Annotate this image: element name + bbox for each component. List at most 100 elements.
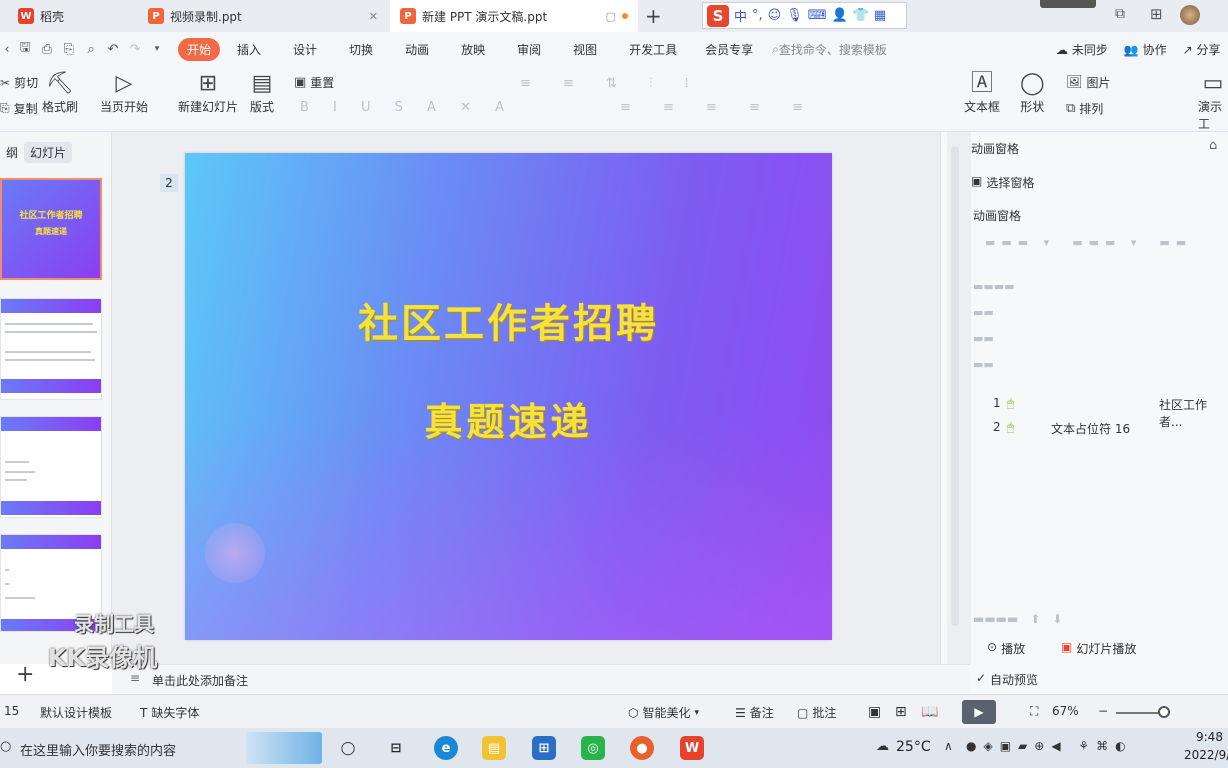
play-button[interactable]: ⊙ 播放 [987, 640, 1025, 657]
tab-transition[interactable]: 切换 [340, 38, 382, 61]
sync-button[interactable]: ☁ 未同步 [1056, 41, 1108, 58]
smart-beauty-button[interactable]: ⬡ 智能美化 ▾ [628, 704, 699, 721]
export-icon[interactable]: ⎙ [36, 42, 58, 57]
quick-access-dropdown-icon[interactable]: ▾ [146, 44, 168, 54]
tab-insert[interactable]: 插入 [228, 38, 270, 61]
sorter-view-icon[interactable]: ⊞ [895, 704, 907, 720]
slide[interactable]: 社区工作者招聘 真题速递 [185, 153, 832, 640]
temperature[interactable]: 25°C [896, 739, 931, 755]
shape-button[interactable]: ◯ 形状 [1020, 70, 1045, 115]
restore-icon[interactable]: ▢ [606, 10, 616, 23]
close-icon[interactable]: ✕ [369, 10, 378, 23]
picture-button[interactable]: 🖼 图片 [1066, 74, 1111, 91]
collab-button[interactable]: 👥 协作 [1124, 41, 1167, 58]
pin-icon[interactable]: ⌂ [1209, 138, 1217, 153]
tab-video-recording[interactable]: P 视频录制.ppt ✕ [138, 0, 388, 32]
clock-time[interactable]: 9:48 [1196, 730, 1223, 744]
new-tab-button[interactable]: + [645, 4, 662, 28]
anim-item-1[interactable]: 社区工作者... [1159, 396, 1228, 430]
sogou-logo-icon: S [707, 4, 729, 27]
add-slide-button[interactable]: + [16, 662, 34, 687]
tab-design[interactable]: 设计 [284, 38, 326, 61]
pane-header[interactable]: 动画窗格 [971, 140, 1019, 157]
missing-font-button[interactable]: T 缺失字体 [140, 704, 199, 721]
taskbar-search[interactable]: 在这里输入你要搜索的内容 [20, 740, 176, 759]
command-search[interactable]: 查找命令、搜索模板 [779, 41, 887, 58]
task-view-icon[interactable]: ◯ [336, 736, 360, 760]
zoom-slider-thumb[interactable] [1158, 706, 1170, 718]
window-layout-icon[interactable]: ⧉ [1115, 6, 1125, 22]
tab-slideshow[interactable]: 放映 [452, 38, 494, 61]
ime-punct[interactable]: °, [752, 8, 763, 23]
template-name[interactable]: 默认设计模板 [40, 704, 112, 721]
kk-recorder-icon[interactable]: ● [630, 736, 654, 760]
preview-icon[interactable]: ⌕ [80, 42, 102, 57]
user-icon[interactable]: 👤 [832, 8, 848, 23]
keyboard-icon[interactable]: ⌨ [808, 8, 827, 23]
format-painter-button[interactable]: ⛏ 格式刷 [42, 70, 78, 115]
slide-thumb-1[interactable]: 社区工作者招聘 真题速递 [0, 178, 102, 280]
zoom-out-button[interactable]: − [1098, 704, 1108, 718]
slide-thumbnail-panel: 纲 幻灯片 社区工作者招聘 真题速递 + [0, 132, 112, 687]
notes-placeholder[interactable]: 单击此处添加备注 [152, 672, 248, 689]
cut-button[interactable]: ✂ 剪切 [0, 74, 38, 91]
notes-toggle[interactable]: ☰ 备注 [735, 704, 774, 721]
shirt-icon[interactable]: 👕 [853, 8, 869, 23]
notes-area[interactable]: ≡ 单击此处添加备注 [112, 664, 970, 694]
select-pane-button[interactable]: ▣ 选择窗格 [971, 174, 1034, 191]
store-icon[interactable]: ⊞ [532, 736, 556, 760]
tab-review[interactable]: 审阅 [508, 38, 550, 61]
new-slide-button[interactable]: ⊞ 新建幻灯片 [178, 70, 238, 115]
slideshow-button[interactable]: ▣ 幻灯片播放 [1061, 640, 1136, 657]
tab-slides[interactable]: 幻灯片 [24, 142, 73, 163]
tab-member[interactable]: 会员专享 [696, 38, 762, 61]
fit-window-icon[interactable]: ⛶ [1030, 704, 1038, 719]
menu-chevron-icon[interactable]: ‹ [0, 42, 14, 57]
apps-grid-icon[interactable]: ⊞ [1150, 5, 1163, 23]
zoom-level[interactable]: 67% [1052, 704, 1079, 718]
autopreview-check[interactable]: ✓ [976, 671, 986, 685]
widgets-icon[interactable]: ⊟ [384, 736, 408, 760]
arrange-button[interactable]: ⧉ 排列 [1066, 100, 1103, 117]
comment-toggle[interactable]: ▢ 批注 [797, 704, 836, 721]
anim-item-2[interactable]: 文本占位符 16 [1051, 420, 1130, 437]
textbox-button[interactable]: 🄰 文本框 [964, 70, 1000, 115]
tray-chevron-icon[interactable]: ∧ [944, 739, 953, 753]
clock-date[interactable]: 2022/9/ [1184, 748, 1228, 762]
play-from-current-button[interactable]: ▷ 当页开始 [100, 70, 148, 115]
wechat-icon[interactable]: ◎ [581, 736, 605, 760]
slide-thumb-3[interactable] [0, 416, 102, 518]
emoji-icon[interactable]: ☺ [768, 8, 782, 23]
tab-daoke[interactable]: W 稻壳 [8, 0, 138, 32]
slide-thumb-2[interactable] [0, 298, 102, 400]
reset-button[interactable]: ▣ 重置 [294, 74, 334, 91]
slide-subtitle[interactable]: 真题速递 [185, 391, 832, 446]
avatar[interactable] [1180, 5, 1200, 25]
normal-view-icon[interactable]: ▣ [868, 704, 881, 720]
ime-lang[interactable]: 中 [734, 6, 747, 25]
copy-button[interactable]: ⎘ 复制 [0, 100, 38, 117]
redo-icon[interactable]: ↷ [124, 42, 146, 57]
file-explorer-icon[interactable]: ▤ [482, 736, 506, 760]
tray-icons[interactable]: ●◈▣▰⊕◀ ⚘⌘◐ [966, 739, 1133, 753]
mic-icon[interactable]: 🎙 [786, 8, 803, 23]
print-icon[interactable]: ⎘ [58, 42, 80, 57]
tab-developer[interactable]: 开发工具 [620, 38, 686, 61]
layout-button[interactable]: ▤ 版式 [250, 70, 274, 115]
reading-view-icon[interactable]: 📖 [921, 704, 938, 720]
tab-new-ppt[interactable]: P 新建 PPT 演示文稿.ppt ▢ [390, 0, 638, 32]
edge-icon[interactable]: e [434, 736, 458, 760]
pane-scrollbar[interactable] [951, 146, 959, 626]
undo-icon[interactable]: ↶ [102, 42, 124, 57]
presenter-button[interactable]: ▭ 演示工 [1198, 70, 1228, 132]
tab-animation[interactable]: 动画 [396, 38, 438, 61]
slide-title[interactable]: 社区工作者招聘 [185, 291, 832, 349]
tab-home[interactable]: 开始 [178, 37, 221, 61]
tab-view[interactable]: 视图 [564, 38, 606, 61]
tab-outline[interactable]: 纲 [0, 142, 24, 163]
share-button[interactable]: ↗ 分享 [1183, 41, 1221, 58]
grid-icon[interactable]: ▦ [874, 8, 886, 23]
wps-icon[interactable]: W [680, 736, 704, 760]
save-icon[interactable]: 🖫 [14, 38, 36, 60]
play-slideshow-button[interactable]: ▶ [962, 700, 996, 724]
